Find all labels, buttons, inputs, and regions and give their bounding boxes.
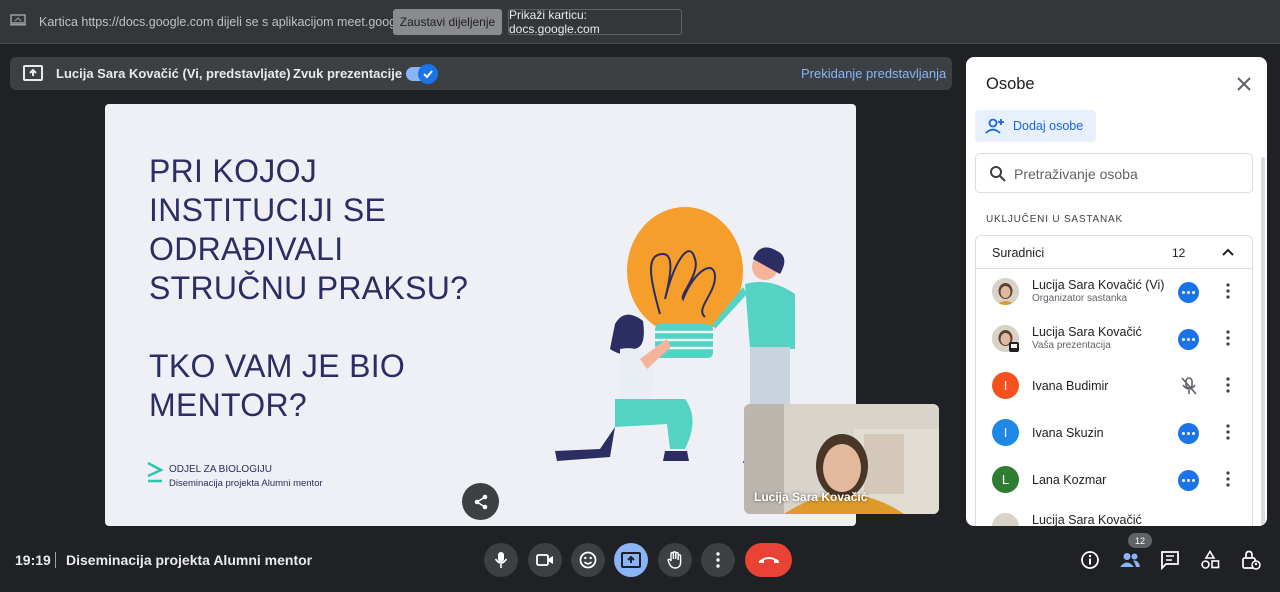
- participant-row[interactable]: Lucija Sara Kovačić: [976, 505, 1252, 526]
- avatar: [992, 325, 1019, 352]
- avatar-photo: [992, 325, 1019, 352]
- avatar: I: [992, 419, 1019, 446]
- slide-question-1: PRI KOJOJ INSTITUCIJI SE ODRAĐIVALI STRU…: [149, 153, 469, 306]
- share-button[interactable]: [462, 483, 499, 520]
- people-icon: [1120, 553, 1140, 567]
- emoji-icon: [579, 551, 597, 569]
- tab-sharing-bar: Kartica https://docs.google.com dijeli s…: [0, 0, 1280, 44]
- chevron-up-icon[interactable]: [1221, 246, 1235, 258]
- camera-button[interactable]: [528, 543, 562, 577]
- participant-row[interactable]: I Ivana Budimir: [976, 364, 1252, 411]
- group-name: Suradnici: [992, 246, 1045, 260]
- slide-organization: ODJEL ZA BIOLOGIJU: [169, 464, 272, 475]
- sharing-message: Kartica https://docs.google.com dijeli s…: [39, 15, 433, 29]
- chat-icon: [1161, 551, 1179, 570]
- kebab-menu-icon[interactable]: [1226, 424, 1230, 440]
- more-options-button[interactable]: [701, 543, 735, 577]
- stop-presenting-link[interactable]: Prekidanje predstavljanja: [801, 66, 946, 81]
- clock: 19:19: [15, 552, 51, 568]
- microphone-icon: [494, 552, 508, 568]
- more-options-icon[interactable]: [1178, 423, 1199, 444]
- more-options-icon[interactable]: [1178, 282, 1199, 303]
- participants-group: Suradnici 12 Lucija Sara Kovačić (Vi) Or…: [975, 235, 1253, 526]
- search-input[interactable]: [1014, 163, 1244, 185]
- raise-hand-button[interactable]: [658, 543, 692, 577]
- self-view-name: Lucija Sara Kovačić: [754, 490, 868, 504]
- screen-share-icon: [10, 14, 26, 26]
- participant-name: Lucija Sara Kovačić: [1032, 513, 1142, 526]
- slide-question-2: TKO VAM JE BIO MENTOR?: [149, 348, 406, 423]
- participant-row[interactable]: Lucija Sara Kovačić Vaša prezentacija: [976, 317, 1252, 364]
- present-screen-icon: [621, 552, 641, 568]
- participant-name: Ivana Skuzin: [1032, 426, 1104, 440]
- toggle-knob: [418, 64, 438, 84]
- stop-sharing-button[interactable]: Zaustavi dijeljenje: [393, 9, 502, 35]
- presentation-audio-toggle[interactable]: [406, 64, 438, 84]
- more-options-icon[interactable]: [1178, 329, 1199, 350]
- activities-button[interactable]: [1197, 547, 1223, 573]
- check-icon: [423, 70, 433, 79]
- participant-row[interactable]: I Ivana Skuzin: [976, 411, 1252, 458]
- end-call-button[interactable]: [745, 543, 792, 577]
- avatar: L: [992, 466, 1019, 493]
- present-button[interactable]: [614, 543, 648, 577]
- department-logo-icon: [147, 462, 163, 483]
- add-people-label: Dodaj osobe: [1013, 119, 1084, 133]
- mic-off-icon: [1181, 377, 1197, 395]
- people-search: [975, 153, 1253, 193]
- participant-name: Lucija Sara Kovačić (Vi): [1032, 278, 1165, 292]
- participant-row[interactable]: Lucija Sara Kovačić (Vi) Organizator sas…: [976, 270, 1252, 317]
- participant-name: Ivana Budimir: [1032, 379, 1109, 393]
- meeting-title: Diseminacija projekta Alumni mentor: [66, 552, 313, 568]
- chat-button[interactable]: [1157, 547, 1183, 573]
- group-header[interactable]: Suradnici 12: [976, 236, 1252, 269]
- reactions-button[interactable]: [571, 543, 605, 577]
- add-people-button[interactable]: Dodaj osobe: [975, 110, 1096, 142]
- self-video-tile[interactable]: Lucija Sara Kovačić: [744, 404, 939, 514]
- participant-row[interactable]: L Lana Kozmar: [976, 458, 1252, 505]
- present-screen-icon: [23, 65, 43, 81]
- presenter-label: Lucija Sara Kovačić (Vi, predstavljate): [56, 66, 291, 81]
- kebab-menu-icon: [716, 552, 720, 568]
- close-icon[interactable]: [1234, 74, 1254, 94]
- microphone-button[interactable]: [484, 543, 518, 577]
- add-person-icon: [985, 118, 1004, 134]
- presentation-audio-label: Zvuk prezentacije: [293, 66, 403, 81]
- divider: [55, 552, 56, 568]
- hand-icon: [667, 551, 682, 569]
- shapes-icon: [1201, 550, 1220, 569]
- kebab-menu-icon[interactable]: [1226, 471, 1230, 487]
- avatar: I: [992, 372, 1019, 399]
- camera-icon: [536, 554, 553, 566]
- meeting-details-button[interactable]: [1077, 547, 1103, 573]
- kebab-menu-icon[interactable]: [1226, 283, 1230, 299]
- panel-scrollbar[interactable]: [1261, 157, 1265, 526]
- group-count: 12: [1172, 246, 1186, 260]
- people-count-badge: 12: [1128, 533, 1152, 548]
- host-controls-button[interactable]: [1238, 547, 1264, 573]
- presenting-bar: Lucija Sara Kovačić (Vi, predstavljate) …: [10, 57, 952, 90]
- kebab-menu-icon[interactable]: [1226, 377, 1230, 393]
- section-label: UKLJUČENI U SASTANAK: [986, 214, 1123, 225]
- share-icon: [474, 494, 487, 509]
- participant-name: Lana Kozmar: [1032, 473, 1107, 487]
- people-panel: Osobe Dodaj osobe UKLJUČENI U SASTANAK S…: [966, 57, 1267, 526]
- slide-subtitle: Diseminacija projekta Alumni mentor: [169, 478, 323, 489]
- avatar: [992, 513, 1019, 526]
- panel-title: Osobe: [986, 75, 1035, 93]
- show-tab-button[interactable]: Prikaži karticu: docs.google.com: [508, 8, 682, 36]
- people-button[interactable]: [1117, 547, 1143, 573]
- participant-name: Lucija Sara Kovačić: [1032, 325, 1142, 339]
- kebab-menu-icon[interactable]: [1226, 330, 1230, 346]
- more-options-icon[interactable]: [1178, 470, 1199, 491]
- hang-up-icon: [758, 557, 779, 563]
- participant-role: Vaša prezentacija: [1032, 340, 1111, 351]
- avatar: [992, 278, 1019, 305]
- avatar-photo: [992, 278, 1019, 305]
- lock-person-icon: [1242, 550, 1261, 570]
- participant-role: Organizator sastanka: [1032, 293, 1128, 304]
- search-icon: [990, 166, 1006, 182]
- info-icon: [1081, 551, 1099, 569]
